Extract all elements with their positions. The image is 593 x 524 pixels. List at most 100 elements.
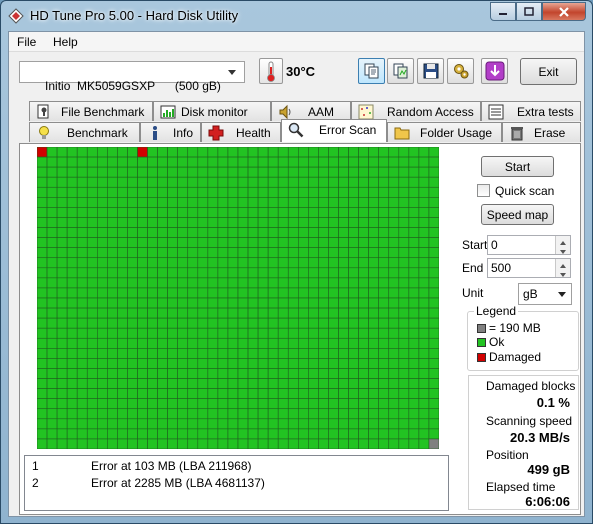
- maximize-button[interactable]: [516, 2, 542, 21]
- scan-block-ok: [308, 438, 319, 450]
- scan-block-ok: [177, 217, 189, 228]
- scan-block-ok: [76, 348, 88, 359]
- scan-block-ok: [297, 388, 309, 399]
- scan-block-ok: [267, 287, 279, 299]
- start-scan-button[interactable]: Start: [481, 156, 554, 177]
- scan-block-ok: [408, 327, 420, 339]
- spin-down-button[interactable]: [555, 245, 570, 254]
- scan-block-ok: [287, 217, 299, 228]
- download-button[interactable]: [481, 58, 508, 84]
- scan-block-ok: [287, 176, 299, 188]
- speed-map-button[interactable]: Speed map: [481, 204, 554, 225]
- list-item[interactable]: 1 Error at 103 MB (LBA 211968): [25, 459, 448, 475]
- tab-file-benchmark[interactable]: File Benchmark: [29, 101, 153, 121]
- scan-block-ok: [127, 237, 138, 248]
- scan-block-ok: [388, 327, 400, 339]
- scan-block-ok: [318, 398, 329, 410]
- scan-block-ok: [277, 317, 289, 329]
- end-input[interactable]: 500: [487, 258, 571, 278]
- scan-block-ok: [368, 237, 379, 248]
- scan-block-ok: [408, 307, 420, 319]
- scan-block-ok: [338, 418, 349, 430]
- scan-block-ok: [137, 186, 148, 198]
- tab-extra-tests[interactable]: Extra tests: [481, 101, 581, 121]
- spin-up-button[interactable]: [555, 259, 570, 268]
- tab-folder-usage[interactable]: Folder Usage: [387, 122, 502, 142]
- scan-block-ok: [217, 418, 229, 430]
- scan-block-ok: [338, 368, 349, 379]
- scan-block-ok: [217, 186, 229, 198]
- scan-block-ok: [267, 428, 279, 440]
- scan-block-ok: [36, 348, 48, 359]
- spin-up-button[interactable]: [555, 236, 570, 245]
- minimize-button[interactable]: [490, 2, 516, 21]
- scan-block-ok: [197, 388, 209, 399]
- scan-block-ok: [428, 398, 440, 410]
- menu-file[interactable]: File: [17, 35, 36, 49]
- scan-block-ok: [86, 257, 98, 269]
- tab-info[interactable]: Info: [140, 122, 201, 142]
- scan-block-ok: [378, 307, 390, 319]
- scan-block-ok: [217, 146, 229, 158]
- scan-block-ok: [277, 146, 289, 158]
- scan-block-ok: [358, 358, 369, 369]
- scan-block-ok: [348, 358, 359, 369]
- save-button[interactable]: [417, 58, 444, 84]
- scan-block-ok: [167, 277, 178, 289]
- scan-block-ok: [86, 277, 98, 289]
- scan-block-ok: [368, 438, 379, 450]
- scan-block-ok: [46, 166, 58, 178]
- exit-button[interactable]: Exit: [520, 58, 577, 85]
- options-button[interactable]: [447, 58, 474, 84]
- tab-health[interactable]: Health: [201, 122, 281, 142]
- start-input[interactable]: 0: [487, 235, 571, 255]
- temperature-button[interactable]: [259, 58, 283, 84]
- tab-error-scan[interactable]: Error Scan: [281, 119, 387, 142]
- scan-block-ok: [348, 197, 359, 208]
- list-item[interactable]: 2 Error at 2285 MB (LBA 4681137): [25, 476, 448, 492]
- menu-help[interactable]: Help: [53, 35, 78, 49]
- scan-block-ok: [368, 408, 379, 420]
- scan-block-ok: [217, 247, 229, 259]
- scan-block-ok: [86, 378, 98, 389]
- tab-benchmark[interactable]: Benchmark: [29, 122, 140, 142]
- close-button[interactable]: [542, 2, 586, 21]
- scan-block-ok: [217, 156, 229, 168]
- scan-block-ok: [287, 317, 299, 329]
- chevron-down-icon: [560, 273, 566, 277]
- drive-select[interactable]: Initio MK5059GSXP (500 gB): [19, 61, 245, 93]
- error-list[interactable]: 1 Error at 103 MB (LBA 211968) 2 Error a…: [24, 455, 449, 511]
- file-benchmark-icon: [37, 104, 49, 119]
- scan-block-ok: [368, 186, 379, 198]
- tab-label: Erase: [534, 126, 566, 140]
- copy-info-button[interactable]: [358, 58, 385, 84]
- tab-random-access[interactable]: Random Access: [351, 101, 481, 121]
- unit-select[interactable]: gB: [518, 283, 572, 305]
- scan-block-ok: [388, 307, 400, 319]
- quick-scan-checkbox[interactable]: [477, 184, 490, 197]
- tab-disk-monitor[interactable]: Disk monitor: [153, 101, 271, 121]
- scan-block-ok: [207, 358, 219, 369]
- scan-block-ok: [117, 388, 128, 399]
- scan-block-ok: [147, 287, 158, 299]
- scan-block-ok: [56, 227, 68, 238]
- tab-aam[interactable]: AAM: [271, 101, 351, 121]
- scan-block-ok: [137, 418, 148, 430]
- scan-block-ok: [137, 277, 148, 289]
- scan-block-ok: [308, 156, 319, 168]
- scan-block-ok: [318, 317, 329, 329]
- scan-block-ok: [187, 247, 199, 259]
- drive-select-value: Initio MK5059GSXP (500 gB): [45, 79, 221, 93]
- scan-block-ok: [167, 207, 178, 218]
- spin-down-button[interactable]: [555, 268, 570, 277]
- copy-screenshot-button[interactable]: [387, 58, 414, 84]
- tab-erase[interactable]: Erase: [502, 122, 581, 142]
- scan-block-ok: [257, 166, 269, 178]
- scan-block-ok: [227, 337, 239, 349]
- copy-icon: [364, 63, 378, 79]
- start-value: 0: [491, 238, 498, 252]
- scan-block-ok: [177, 418, 189, 430]
- scan-block-ok: [76, 267, 88, 279]
- scan-block-ok: [137, 217, 148, 228]
- scan-block-ok: [207, 176, 219, 188]
